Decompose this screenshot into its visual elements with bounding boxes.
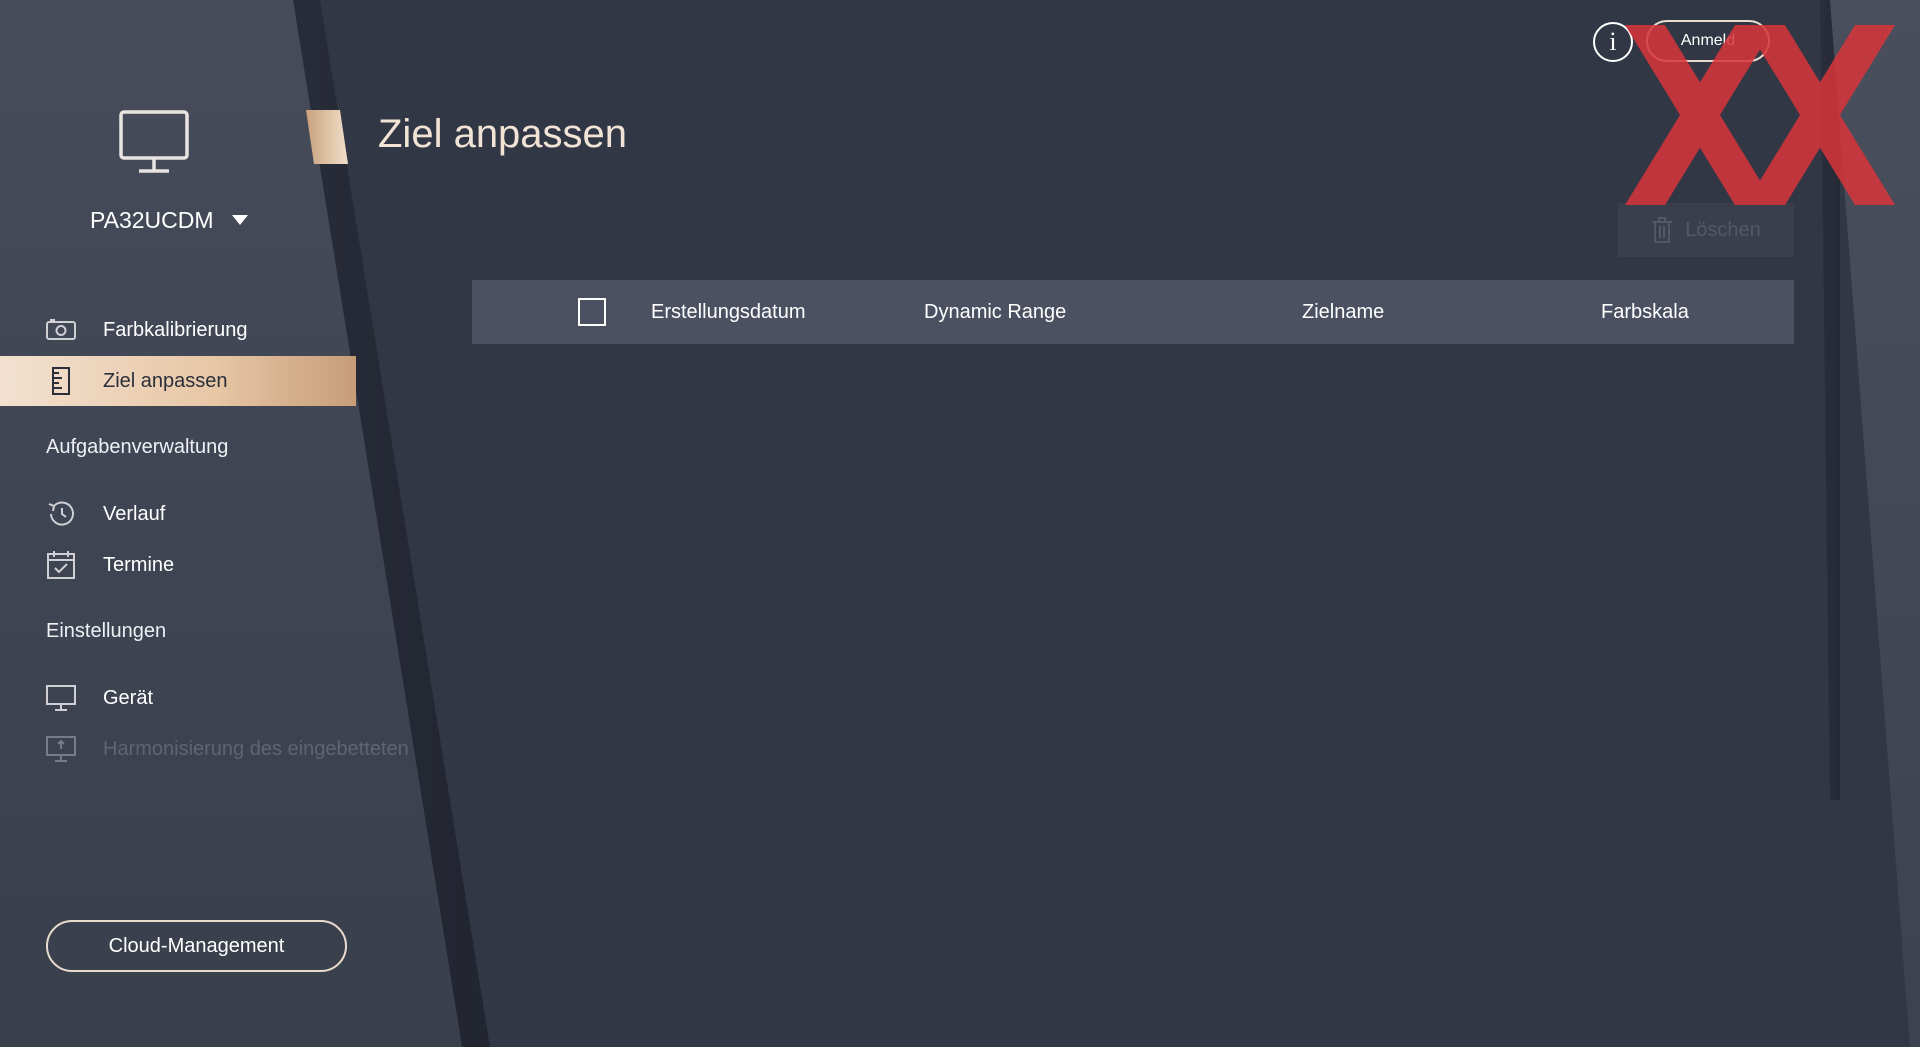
page-title: Ziel anpassen bbox=[378, 112, 628, 156]
column-header-zielname[interactable]: Zielname bbox=[1302, 301, 1384, 324]
sidebar-item-ziel-anpassen[interactable]: Ziel anpassen bbox=[0, 356, 356, 406]
column-header-erstellungsdatum[interactable]: Erstellungsdatum bbox=[651, 301, 806, 324]
ruler-icon bbox=[46, 366, 76, 396]
sidebar-item-verlauf[interactable]: Verlauf bbox=[0, 489, 356, 539]
trash-icon bbox=[1652, 217, 1673, 243]
sidebar-item-harmonisierung[interactable]: Harmonisierung des eingebetteten bbox=[0, 724, 420, 774]
section-label-einstellungen: Einstellungen bbox=[46, 620, 167, 642]
sidebar-item-farbkalibrierung[interactable]: Farbkalibrierung bbox=[0, 305, 356, 355]
cloud-management-button[interactable]: Cloud-Management bbox=[46, 920, 347, 972]
chevron-down-icon bbox=[231, 215, 248, 225]
sidebar-item-label: Farbkalibrierung bbox=[103, 318, 248, 341]
sidebar-item-label: Termine bbox=[103, 553, 175, 576]
sidebar-item-termine[interactable]: Termine bbox=[0, 540, 356, 590]
calendar-check-icon bbox=[46, 550, 76, 580]
sidebar-item-label: Harmonisierung des eingebetteten bbox=[103, 737, 409, 760]
sidebar: PA32UCDM Farbkalibrierung Ziel anpassen … bbox=[0, 0, 470, 1047]
right-panel-background bbox=[1830, 0, 1920, 1047]
table-body bbox=[472, 344, 1794, 944]
camera-icon bbox=[46, 315, 76, 345]
sidebar-item-geraet[interactable]: Gerät bbox=[0, 673, 356, 723]
monitor-sync-icon bbox=[46, 734, 76, 764]
monitor-icon bbox=[46, 683, 76, 713]
sidebar-item-label: Gerät bbox=[103, 686, 154, 709]
login-button[interactable]: Anmeld bbox=[1646, 20, 1770, 62]
delete-label: Löschen bbox=[1685, 218, 1761, 241]
column-header-dynamic-range[interactable]: Dynamic Range bbox=[924, 301, 1066, 324]
column-header-farbskala[interactable]: Farbskala bbox=[1601, 301, 1689, 324]
info-icon[interactable]: i bbox=[1593, 22, 1633, 62]
section-label-aufgabenverwaltung: Aufgabenverwaltung bbox=[46, 436, 229, 458]
monitor-icon bbox=[119, 110, 189, 173]
device-name: PA32UCDM bbox=[90, 206, 214, 233]
login-label: Anmeld bbox=[1680, 32, 1736, 49]
sidebar-item-label: Ziel anpassen bbox=[103, 369, 228, 392]
sidebar-item-label: Verlauf bbox=[103, 502, 166, 525]
device-selector[interactable]: PA32UCDM bbox=[90, 205, 248, 235]
delete-button[interactable]: Löschen bbox=[1618, 203, 1794, 257]
history-icon bbox=[46, 499, 76, 529]
select-all-checkbox[interactable] bbox=[578, 298, 606, 326]
info-icon-glyph: i bbox=[1609, 27, 1617, 56]
table-header: Erstellungsdatum Dynamic Range Zielname … bbox=[472, 280, 1794, 344]
